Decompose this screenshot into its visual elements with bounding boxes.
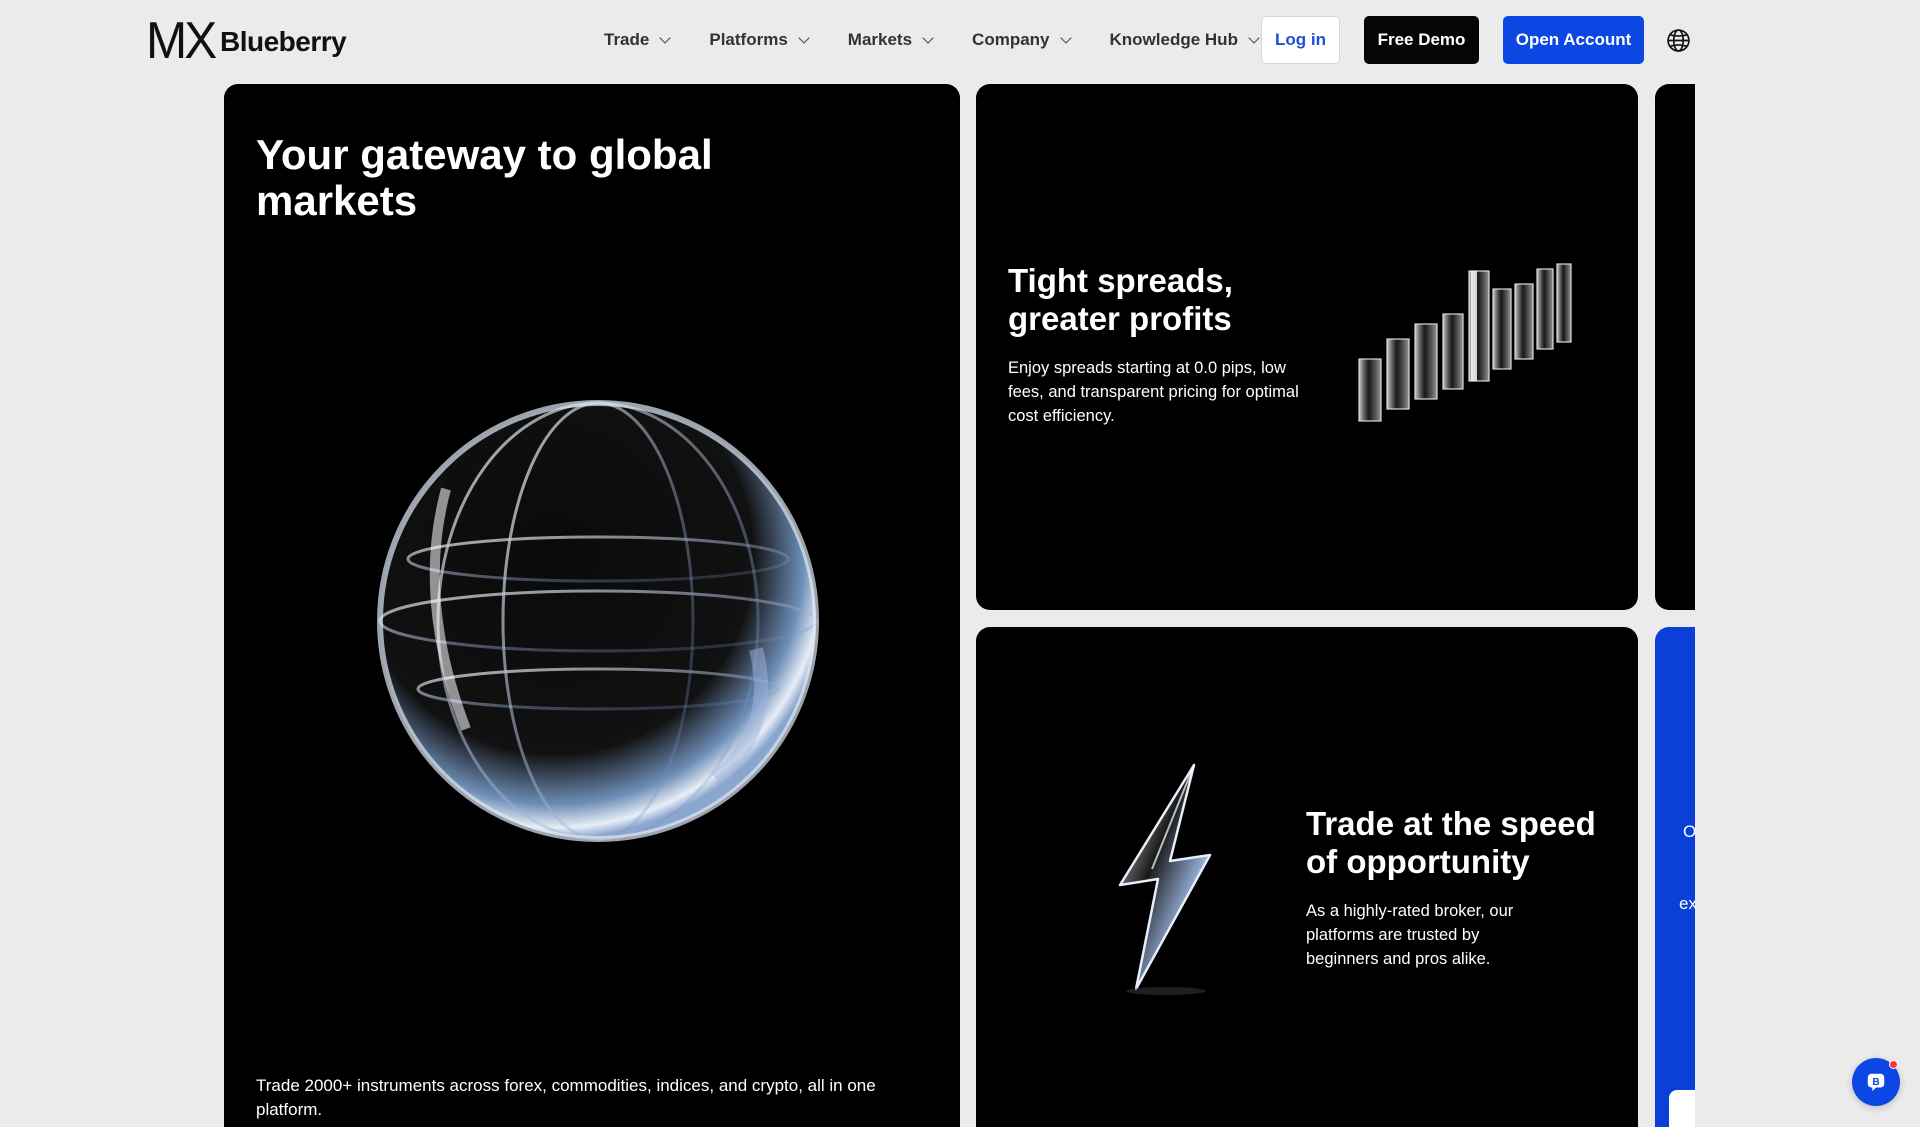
svg-text:B: B [1872,1077,1879,1088]
glass-globe-image [377,400,819,842]
chat-icon: B [1867,1073,1885,1092]
card-title: Trade at the speed of opportunity [1306,805,1596,880]
site-header: MX Blueberry Trade Platforms Markets Com… [0,0,1920,80]
open-account-button[interactable]: Open Account [1503,16,1644,64]
glass-bar-chart-image [1358,263,1572,422]
card-peek-text: ex [1679,894,1695,913]
nav-item-label: Knowledge Hub [1109,30,1238,49]
brand-logo[interactable]: MX Blueberry [146,12,347,70]
notification-badge [1889,1060,1898,1069]
logo-mx-mark: MX [146,12,217,70]
card-title: Your gateway to global markets [256,131,713,224]
main-nav: Trade Platforms Markets Company Knowledg… [604,24,1298,56]
card-peek-blue[interactable]: O ex [1655,627,1695,1127]
chat-launcher-button[interactable]: B [1852,1058,1900,1106]
card-peek-next[interactable] [1655,84,1695,610]
free-demo-button[interactable]: Free Demo [1364,16,1479,64]
chevron-down-icon [1248,31,1260,44]
chevron-down-icon [1059,31,1072,44]
nav-item-label: Trade [604,30,650,49]
card-peek-text: O [1683,822,1695,841]
glass-lightning-bolt-image [1118,763,1212,995]
nav-item-company[interactable]: Company [972,30,1072,50]
nav-item-markets[interactable]: Markets [847,30,934,50]
logo-wordmark: Blueberry [220,26,347,57]
nav-item-platforms[interactable]: Platforms [709,30,810,50]
chevron-down-icon [659,31,672,44]
chevron-down-icon [922,31,934,44]
nav-item-label: Company [972,30,1050,49]
nav-item-trade[interactable]: Trade [604,30,672,50]
card-title: Tight spreads, greater profits [1008,262,1233,337]
card-trade-speed[interactable]: Trade at the speed of opportunity As a h… [976,627,1638,1127]
card-description: Enjoy spreads starting at 0.0 pips, low … [1008,359,1299,425]
globe-icon[interactable] [1666,28,1691,53]
chevron-down-icon [798,31,810,44]
nav-item-knowledge-hub[interactable]: Knowledge Hub [1109,30,1260,50]
card-description: Trade 2000+ instruments across forex, co… [256,1076,876,1119]
card-global-markets[interactable]: Your gateway to global markets Trade 200… [224,84,960,1127]
card-description: As a highly-rated broker, our platforms … [1306,902,1514,968]
nav-item-label: Markets [847,30,913,49]
card-tight-spreads[interactable]: Tight spreads, greater profits Enjoy spr… [976,84,1638,610]
nav-item-label: Platforms [709,30,788,49]
card-peek-panel [1669,1090,1695,1127]
login-button[interactable]: Log in [1261,16,1340,64]
